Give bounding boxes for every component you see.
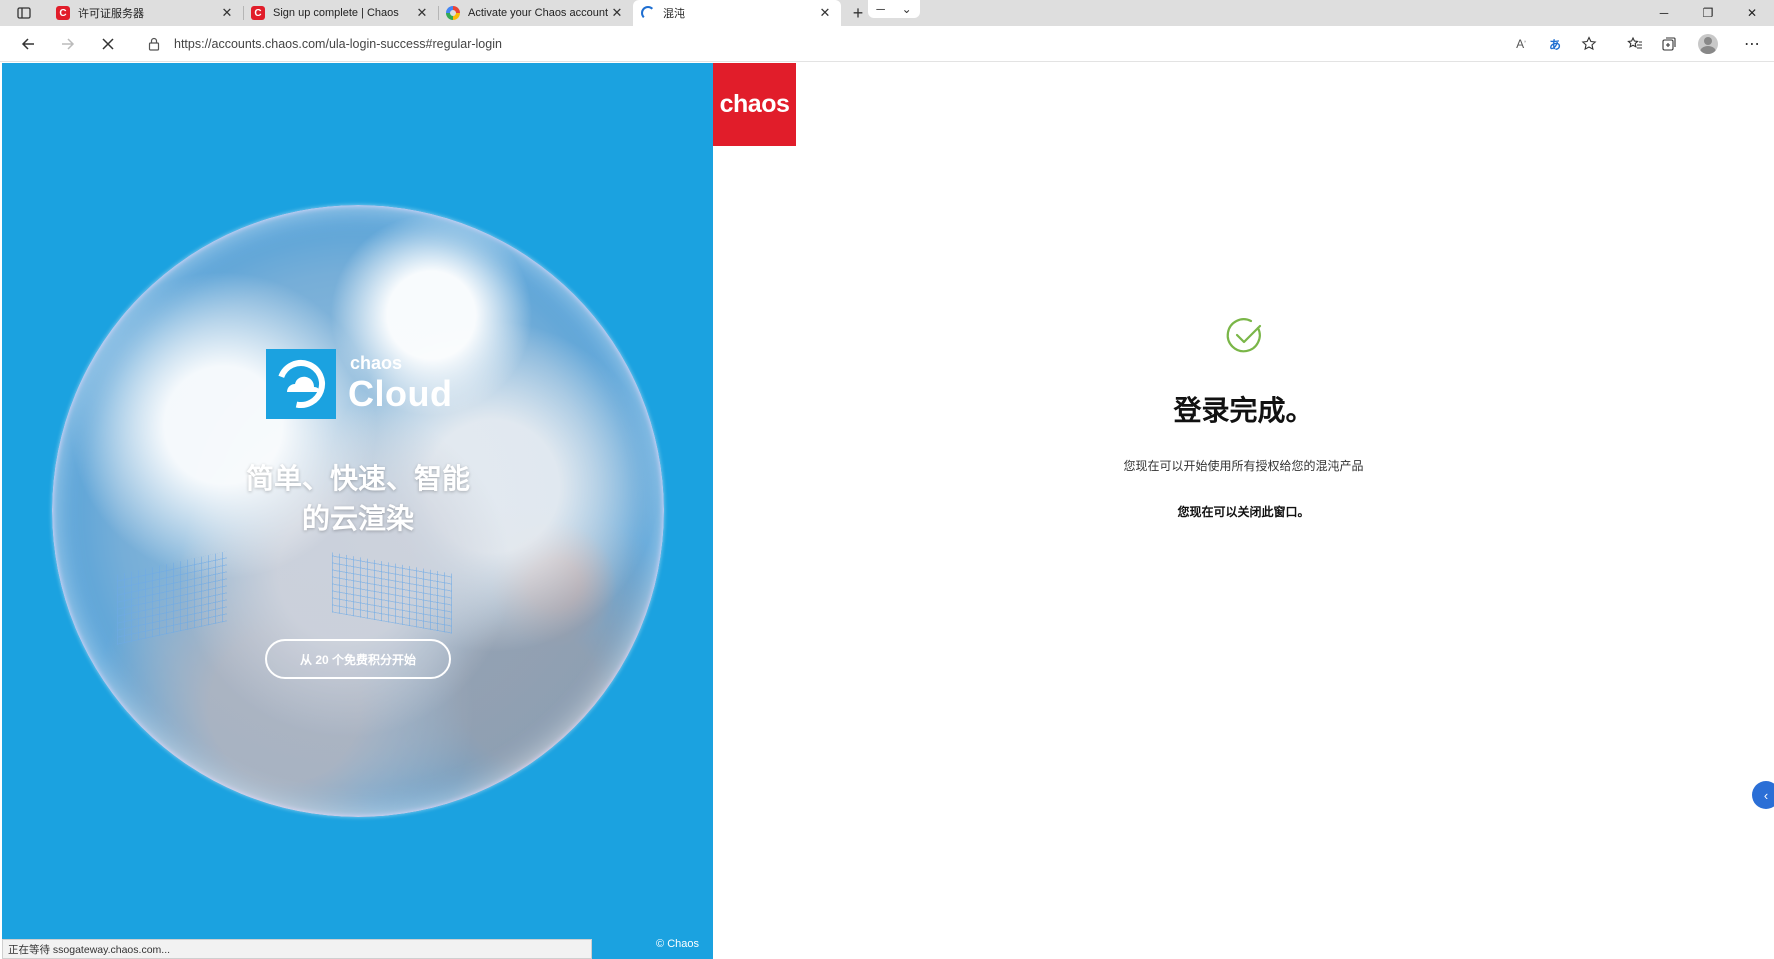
tab-title: 混沌 — [663, 8, 685, 20]
close-window-button[interactable]: ✕ — [1730, 0, 1774, 26]
tab-title: 许可证服务器 — [78, 8, 144, 20]
copyright: © Chaos — [656, 938, 699, 950]
login-success-panel: 登录完成。 您现在可以开始使用所有授权给您的混沌产品 您现在可以关闭此窗口。 ‹ — [713, 63, 1774, 959]
check-circle-icon — [1226, 318, 1262, 353]
free-credits-button[interactable]: 从 20 个免费积分开始 — [265, 639, 451, 679]
promo-headline: 简单、快速、智能 的云渲染 — [208, 459, 508, 539]
address-bar[interactable]: https://accounts.chaos.com/ula-login-suc… — [140, 30, 1500, 58]
forward-button[interactable] — [48, 26, 88, 62]
chevron-down-icon[interactable]: ⌄ — [902, 2, 912, 16]
translate-icon[interactable]: あ — [1538, 26, 1572, 62]
chaos-cloud-logo-icon — [266, 349, 336, 419]
minimize-button[interactable]: ─ — [1642, 0, 1686, 26]
stop-loading-button[interactable] — [88, 26, 128, 62]
promo-panel: chaos Cloud 简单、快速、智能 的云渲染 从 20 个免费积分开始 ©… — [2, 63, 713, 959]
toolbar-icons: Aʼ あ ⋯ — [1504, 26, 1774, 62]
profile-button[interactable] — [1686, 26, 1730, 62]
product-brand-small: chaos — [350, 353, 403, 373]
url-text[interactable]: https://accounts.chaos.com/ula-login-suc… — [174, 37, 502, 51]
tab-activate-account[interactable]: Activate your Chaos account - G ✕ — [438, 0, 633, 26]
tab-title: Activate your Chaos account - G — [468, 7, 609, 19]
tab-close-icon[interactable]: ✕ — [219, 5, 235, 21]
window-controls: ─ ❐ ✕ — [1642, 0, 1774, 26]
page-title: 登录完成。 — [1173, 395, 1314, 426]
avatar — [1698, 34, 1718, 54]
tab-actions-icon — [17, 7, 31, 19]
restore-button[interactable]: ❐ — [1686, 0, 1730, 26]
tab-sign-up-complete[interactable]: C Sign up complete | Chaos ✕ — [243, 0, 438, 26]
chrome-favicon-icon — [446, 6, 460, 20]
close-icon — [102, 37, 114, 50]
browser-toolbar: https://accounts.chaos.com/ula-login-suc… — [0, 26, 1774, 62]
promo-headline-line: 简单、快速、智能 — [245, 463, 470, 494]
tab-close-icon[interactable]: ✕ — [609, 5, 625, 21]
arrow-left-icon — [21, 37, 34, 50]
collections-icon[interactable] — [1652, 26, 1686, 62]
product-brand-big: Cloud — [348, 373, 453, 414]
loading-icon — [641, 6, 655, 20]
success-subtitle: 您现在可以开始使用所有授权给您的混沌产品 — [1123, 459, 1364, 473]
add-favorite-icon[interactable] — [1572, 26, 1606, 62]
read-aloud-icon[interactable]: Aʼ — [1504, 26, 1538, 62]
chaos-favicon-icon: C — [251, 6, 265, 20]
favorites-icon[interactable] — [1618, 26, 1652, 62]
promo-headline-line: 的云渲染 — [301, 503, 414, 534]
close-window-note: 您现在可以关闭此窗口。 — [1177, 505, 1310, 519]
minimize-tab-search-icon[interactable]: ─ — [876, 2, 885, 16]
arrow-right-icon — [62, 37, 75, 50]
tab-close-icon[interactable]: ✕ — [817, 5, 833, 21]
tab-license-server[interactable]: C 许可证服务器 ✕ — [48, 0, 243, 26]
tab-strip: C 许可证服务器 ✕ C Sign up complete | Chaos ✕ … — [0, 0, 1774, 26]
tab-chaos-active[interactable]: 混沌 ✕ — [633, 0, 841, 26]
tab-actions-button[interactable] — [0, 0, 48, 26]
lock-icon[interactable] — [140, 37, 168, 51]
tab-search-popup: ─ ⌄ — [868, 0, 920, 18]
tab-title: Sign up complete | Chaos — [273, 7, 399, 19]
sidebar-toggle-chevron-left-icon[interactable]: ‹ — [1752, 781, 1774, 809]
status-bar: 正在等待 ssogateway.chaos.com... — [2, 939, 592, 959]
more-options-icon[interactable]: ⋯ — [1730, 26, 1774, 62]
chaos-favicon-icon: C — [56, 6, 70, 20]
back-button[interactable] — [8, 26, 48, 62]
tab-close-icon[interactable]: ✕ — [414, 5, 430, 21]
page-content: chaos Cloud 简单、快速、智能 的云渲染 从 20 个免费积分开始 ©… — [0, 63, 1774, 959]
